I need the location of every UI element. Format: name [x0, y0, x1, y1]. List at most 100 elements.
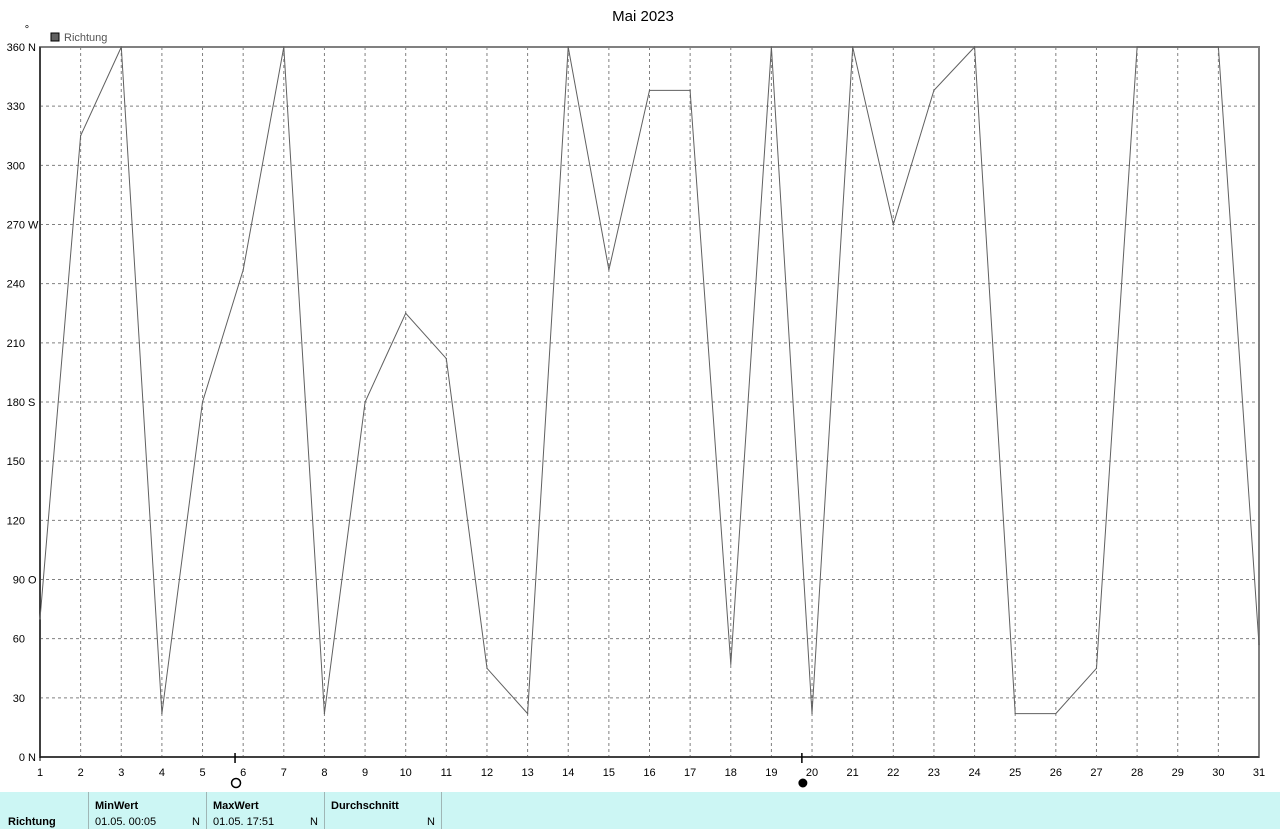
y-tick-label: 270 [7, 220, 25, 232]
new-moon-icon [798, 778, 808, 788]
data-point [730, 663, 732, 665]
series-layer [39, 45, 1260, 715]
x-tick-label: 19 [765, 767, 777, 779]
data-point [1055, 713, 1057, 715]
data-point [80, 135, 82, 137]
max-header: MaxWert [213, 800, 259, 812]
x-tick-label: 15 [603, 767, 615, 779]
grid [40, 47, 1259, 757]
x-tick-label: 2 [78, 767, 84, 779]
x-tick-label: 9 [362, 767, 368, 779]
stats-label-cell: Richtung [0, 792, 89, 829]
data-point [527, 713, 529, 715]
min-date: 01.05. 00:05 [95, 816, 157, 828]
x-tick-label: 18 [725, 767, 737, 779]
data-point [364, 401, 366, 403]
data-point [486, 667, 488, 669]
y-tick-label: 210 [7, 338, 25, 350]
stats-min-cell: MinWert 01.05. 00:05 N [89, 792, 207, 829]
x-tick-label: 4 [159, 767, 165, 779]
y-tick-label: 60 [13, 634, 25, 646]
y-tick-label: 90 [13, 575, 25, 587]
x-tick-label: 7 [281, 767, 287, 779]
y-tick-label: 330 [7, 101, 25, 113]
x-tick-label: 31 [1253, 767, 1265, 779]
y-tick-direction: O [28, 575, 37, 587]
y-unit-label: ° [25, 24, 29, 36]
y-tick-direction: W [28, 220, 39, 232]
data-point [973, 46, 976, 48]
x-tick-label: 25 [1009, 767, 1021, 779]
stats-bar: Richtung MinWert 01.05. 00:05 N MaxWert … [0, 792, 1280, 829]
data-point [445, 358, 447, 360]
y-tick-label: 180 [7, 397, 25, 409]
x-tick-label: 10 [400, 767, 412, 779]
data-point [608, 269, 610, 271]
data-point [201, 401, 204, 403]
y-tick-direction: S [28, 397, 35, 409]
data-point [1177, 46, 1179, 48]
data-point [323, 713, 326, 715]
data-point [1258, 643, 1260, 646]
min-header: MinWert [95, 800, 139, 812]
y-tick-direction: N [28, 752, 36, 764]
data-point [811, 713, 813, 715]
chart-title: Mai 2023 [612, 8, 674, 25]
data-point [1217, 46, 1219, 48]
x-tick-label: 24 [968, 767, 980, 779]
stats-max-cell: MaxWert 01.05. 17:51 N [207, 792, 325, 829]
legend-label: Richtung [64, 32, 107, 44]
x-tick-label: 30 [1212, 767, 1224, 779]
x-tick-label: 11 [441, 767, 452, 779]
x-tick-label: 5 [199, 767, 205, 779]
x-tick-label: 27 [1090, 767, 1102, 779]
data-point [648, 89, 651, 91]
x-tick-label: 20 [806, 767, 818, 779]
chart-svg: Mai 2023 ° Richtung 0 N306090 O120150180 S2… [7, 8, 1265, 789]
stats-avg-cell: Durchschnitt N [325, 792, 442, 829]
x-tick-label: 3 [118, 767, 124, 779]
data-point [161, 713, 163, 715]
full-moon-icon [230, 777, 242, 789]
x-tick-label: 23 [928, 767, 940, 779]
data-point [770, 46, 773, 48]
data-point [242, 269, 244, 271]
data-point [39, 618, 41, 620]
data-point [689, 89, 691, 91]
y-tick-label: 30 [13, 693, 25, 705]
x-tick-label: 1 [37, 767, 43, 779]
data-point [1095, 667, 1098, 669]
data-point [120, 46, 122, 48]
y-tick-label: 240 [7, 279, 25, 291]
stats-row-label: Richtung [8, 816, 56, 828]
data-point [405, 312, 407, 314]
x-tick-label: 13 [521, 767, 533, 779]
min-value: N [192, 816, 200, 828]
data-point [567, 46, 569, 48]
x-tick-label: 16 [643, 767, 655, 779]
data-point [1014, 713, 1016, 715]
x-tick-label: 28 [1131, 767, 1143, 779]
moon-phase-layer [230, 753, 808, 789]
x-tick-label: 12 [481, 767, 493, 779]
x-tick-label: 29 [1172, 767, 1184, 779]
y-tick-label: 360 [7, 42, 25, 54]
y-tick-label: 300 [7, 160, 25, 172]
data-point [283, 46, 285, 48]
x-tick-label: 21 [847, 767, 859, 779]
data-point [1136, 46, 1138, 48]
data-point [852, 46, 854, 48]
data-point [892, 223, 894, 226]
x-tick-label: 6 [240, 767, 246, 779]
y-tick-label: 0 [19, 752, 25, 764]
legend-swatch [50, 32, 60, 42]
x-tick-label: 26 [1050, 767, 1062, 779]
y-tick-direction: N [28, 42, 36, 54]
y-tick-label: 120 [7, 515, 25, 527]
x-tick-label: 14 [562, 767, 574, 779]
x-tick-label: 17 [684, 767, 696, 779]
y-tick-label: 150 [7, 456, 25, 468]
avg-value: N [427, 816, 435, 828]
max-value: N [310, 816, 318, 828]
avg-header: Durchschnitt [331, 800, 399, 812]
